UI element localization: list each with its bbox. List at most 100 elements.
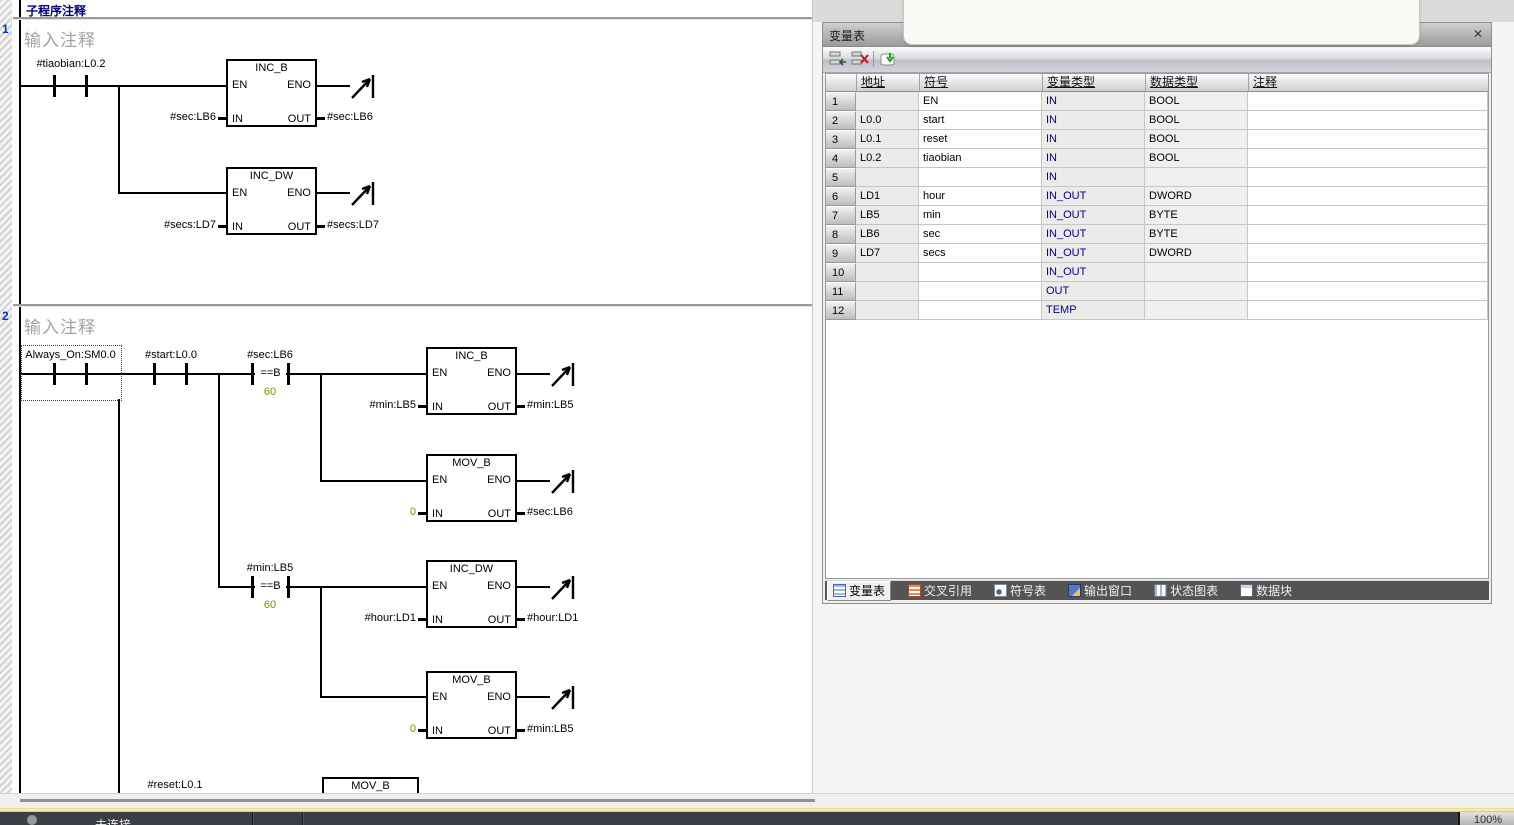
row-number[interactable]: 9	[826, 244, 856, 263]
row-number[interactable]: 12	[826, 301, 856, 320]
network-comment-1[interactable]: 输入注释	[24, 26, 96, 51]
cell-symbol[interactable]	[919, 282, 1042, 301]
cell-comment[interactable]	[1248, 168, 1488, 187]
cell-comment[interactable]	[1248, 206, 1488, 225]
box-mov-b-1[interactable]: MOV_B EN ENO IN OUT	[426, 454, 517, 522]
cell-comment[interactable]	[1248, 244, 1488, 263]
box-inc-dw-net1[interactable]: INC_DW EN ENO IN OUT	[226, 167, 317, 235]
row-number[interactable]: 10	[826, 263, 856, 282]
cell-address[interactable]: LD7	[856, 244, 919, 263]
cell-address[interactable]	[856, 92, 919, 111]
cell-address[interactable]	[856, 263, 919, 282]
cell-var-type[interactable]: IN_OUT	[1042, 206, 1145, 225]
box-inc-b-net2[interactable]: INC_B EN ENO IN OUT	[426, 347, 517, 415]
row-number[interactable]: 6	[826, 187, 856, 206]
cell-comment[interactable]	[1248, 130, 1488, 149]
cell-var-type[interactable]: IN	[1042, 111, 1145, 130]
cell-address[interactable]	[856, 282, 919, 301]
filter-icon[interactable]	[879, 51, 897, 67]
cell-address[interactable]: LB5	[856, 206, 919, 225]
cell-data-type[interactable]: BOOL	[1145, 92, 1248, 111]
cell-comment[interactable]	[1248, 301, 1488, 320]
cell-var-type[interactable]: IN_OUT	[1042, 225, 1145, 244]
cell-data-type[interactable]	[1145, 168, 1248, 187]
box-inc-dw-net2[interactable]: INC_DW EN ENO IN OUT	[426, 560, 517, 628]
tab-output-window[interactable]: 输出窗口	[1063, 582, 1137, 600]
row-number[interactable]: 8	[826, 225, 856, 244]
cell-symbol[interactable]: EN	[919, 92, 1042, 111]
cell-symbol[interactable]	[919, 301, 1042, 320]
cell-data-type[interactable]	[1145, 301, 1248, 320]
cell-symbol[interactable]: min	[919, 206, 1042, 225]
cell-var-type[interactable]: OUT	[1042, 282, 1145, 301]
cell-data-type[interactable]: DWORD	[1145, 244, 1248, 263]
cell-address[interactable]: L0.1	[856, 130, 919, 149]
cell-address[interactable]	[856, 301, 919, 320]
row-number[interactable]: 3	[826, 130, 856, 149]
cell-symbol[interactable]: tiaobian	[919, 149, 1042, 168]
network-comment-2[interactable]: 输入注释	[24, 313, 96, 338]
box-mov-b-2[interactable]: MOV_B EN ENO IN OUT	[426, 671, 517, 739]
cell-var-type[interactable]: TEMP	[1042, 301, 1145, 320]
box-inc-b-net1[interactable]: INC_B EN ENO IN OUT	[226, 59, 317, 127]
cell-symbol[interactable]	[919, 263, 1042, 282]
row-number[interactable]: 5	[826, 168, 856, 187]
cell-address[interactable]: LB6	[856, 225, 919, 244]
column-header-comment[interactable]: 注释	[1249, 74, 1488, 92]
cell-data-type[interactable]: DWORD	[1145, 187, 1248, 206]
scrollbar-thumb[interactable]	[20, 799, 815, 802]
cell-data-type[interactable]: BYTE	[1145, 206, 1248, 225]
cell-data-type[interactable]	[1145, 263, 1248, 282]
cell-symbol[interactable]: start	[919, 111, 1042, 130]
cell-symbol[interactable]: secs	[919, 244, 1042, 263]
cell-var-type[interactable]: IN	[1042, 168, 1145, 187]
tab-data-block[interactable]: 数据块	[1235, 582, 1297, 600]
row-number[interactable]: 7	[826, 206, 856, 225]
column-header-var-type[interactable]: 变量类型	[1043, 74, 1146, 92]
cell-comment[interactable]	[1248, 282, 1488, 301]
column-header-data-type[interactable]: 数据类型	[1146, 74, 1249, 92]
column-header-symbol[interactable]: 符号	[920, 74, 1043, 92]
cell-address[interactable]: L0.0	[856, 111, 919, 130]
cell-comment[interactable]	[1248, 92, 1488, 111]
cell-var-type[interactable]: IN_OUT	[1042, 244, 1145, 263]
cell-address[interactable]	[856, 168, 919, 187]
cell-data-type[interactable]: BOOL	[1145, 130, 1248, 149]
cell-var-type[interactable]: IN	[1042, 92, 1145, 111]
cell-comment[interactable]	[1248, 263, 1488, 282]
cell-var-type[interactable]: IN_OUT	[1042, 187, 1145, 206]
tab-variable-table[interactable]: 变量表	[827, 581, 891, 601]
row-number[interactable]: 4	[826, 149, 856, 168]
cell-var-type[interactable]: IN	[1042, 149, 1145, 168]
row-number[interactable]: 2	[826, 111, 856, 130]
tab-status-chart[interactable]: 状态图表	[1149, 582, 1223, 600]
cell-data-type[interactable]: BOOL	[1145, 149, 1248, 168]
insert-row-icon[interactable]	[829, 51, 847, 67]
tab-cross-reference[interactable]: 交叉引用	[903, 582, 977, 600]
ladder-editor[interactable]: 子程序注释 1 输入注释 #tiaobian:L0.2 INC_B EN ENO…	[0, 0, 813, 793]
row-number[interactable]: 11	[826, 282, 856, 301]
cell-var-type[interactable]: IN_OUT	[1042, 263, 1145, 282]
cell-symbol[interactable]: reset	[919, 130, 1042, 149]
cell-symbol[interactable]: hour	[919, 187, 1042, 206]
cell-comment[interactable]	[1248, 187, 1488, 206]
column-header-address[interactable]: 地址	[857, 74, 920, 92]
cell-comment[interactable]	[1248, 225, 1488, 244]
cell-address[interactable]: LD1	[856, 187, 919, 206]
cell-data-type[interactable]	[1145, 282, 1248, 301]
horizontal-scrollbar[interactable]	[0, 793, 1514, 808]
close-icon[interactable]: ✕	[1473, 27, 1483, 41]
variable-table[interactable]: 地址 符号 变量类型 数据类型 注释 1 EN IN BOOL 2 L0.0	[825, 73, 1489, 579]
cell-symbol[interactable]: sec	[919, 225, 1042, 244]
box-mov-b-partial[interactable]: MOV_B	[322, 777, 419, 793]
row-number[interactable]: 1	[826, 92, 856, 111]
cell-data-type[interactable]: BOOL	[1145, 111, 1248, 130]
cell-var-type[interactable]: IN	[1042, 130, 1145, 149]
cell-address[interactable]: L0.2	[856, 149, 919, 168]
cell-comment[interactable]	[1248, 149, 1488, 168]
delete-row-icon[interactable]	[851, 51, 869, 67]
cell-comment[interactable]	[1248, 111, 1488, 130]
cell-symbol[interactable]	[919, 168, 1042, 187]
cell-data-type[interactable]: BYTE	[1145, 225, 1248, 244]
tab-symbol-table[interactable]: 符号表	[989, 582, 1051, 600]
